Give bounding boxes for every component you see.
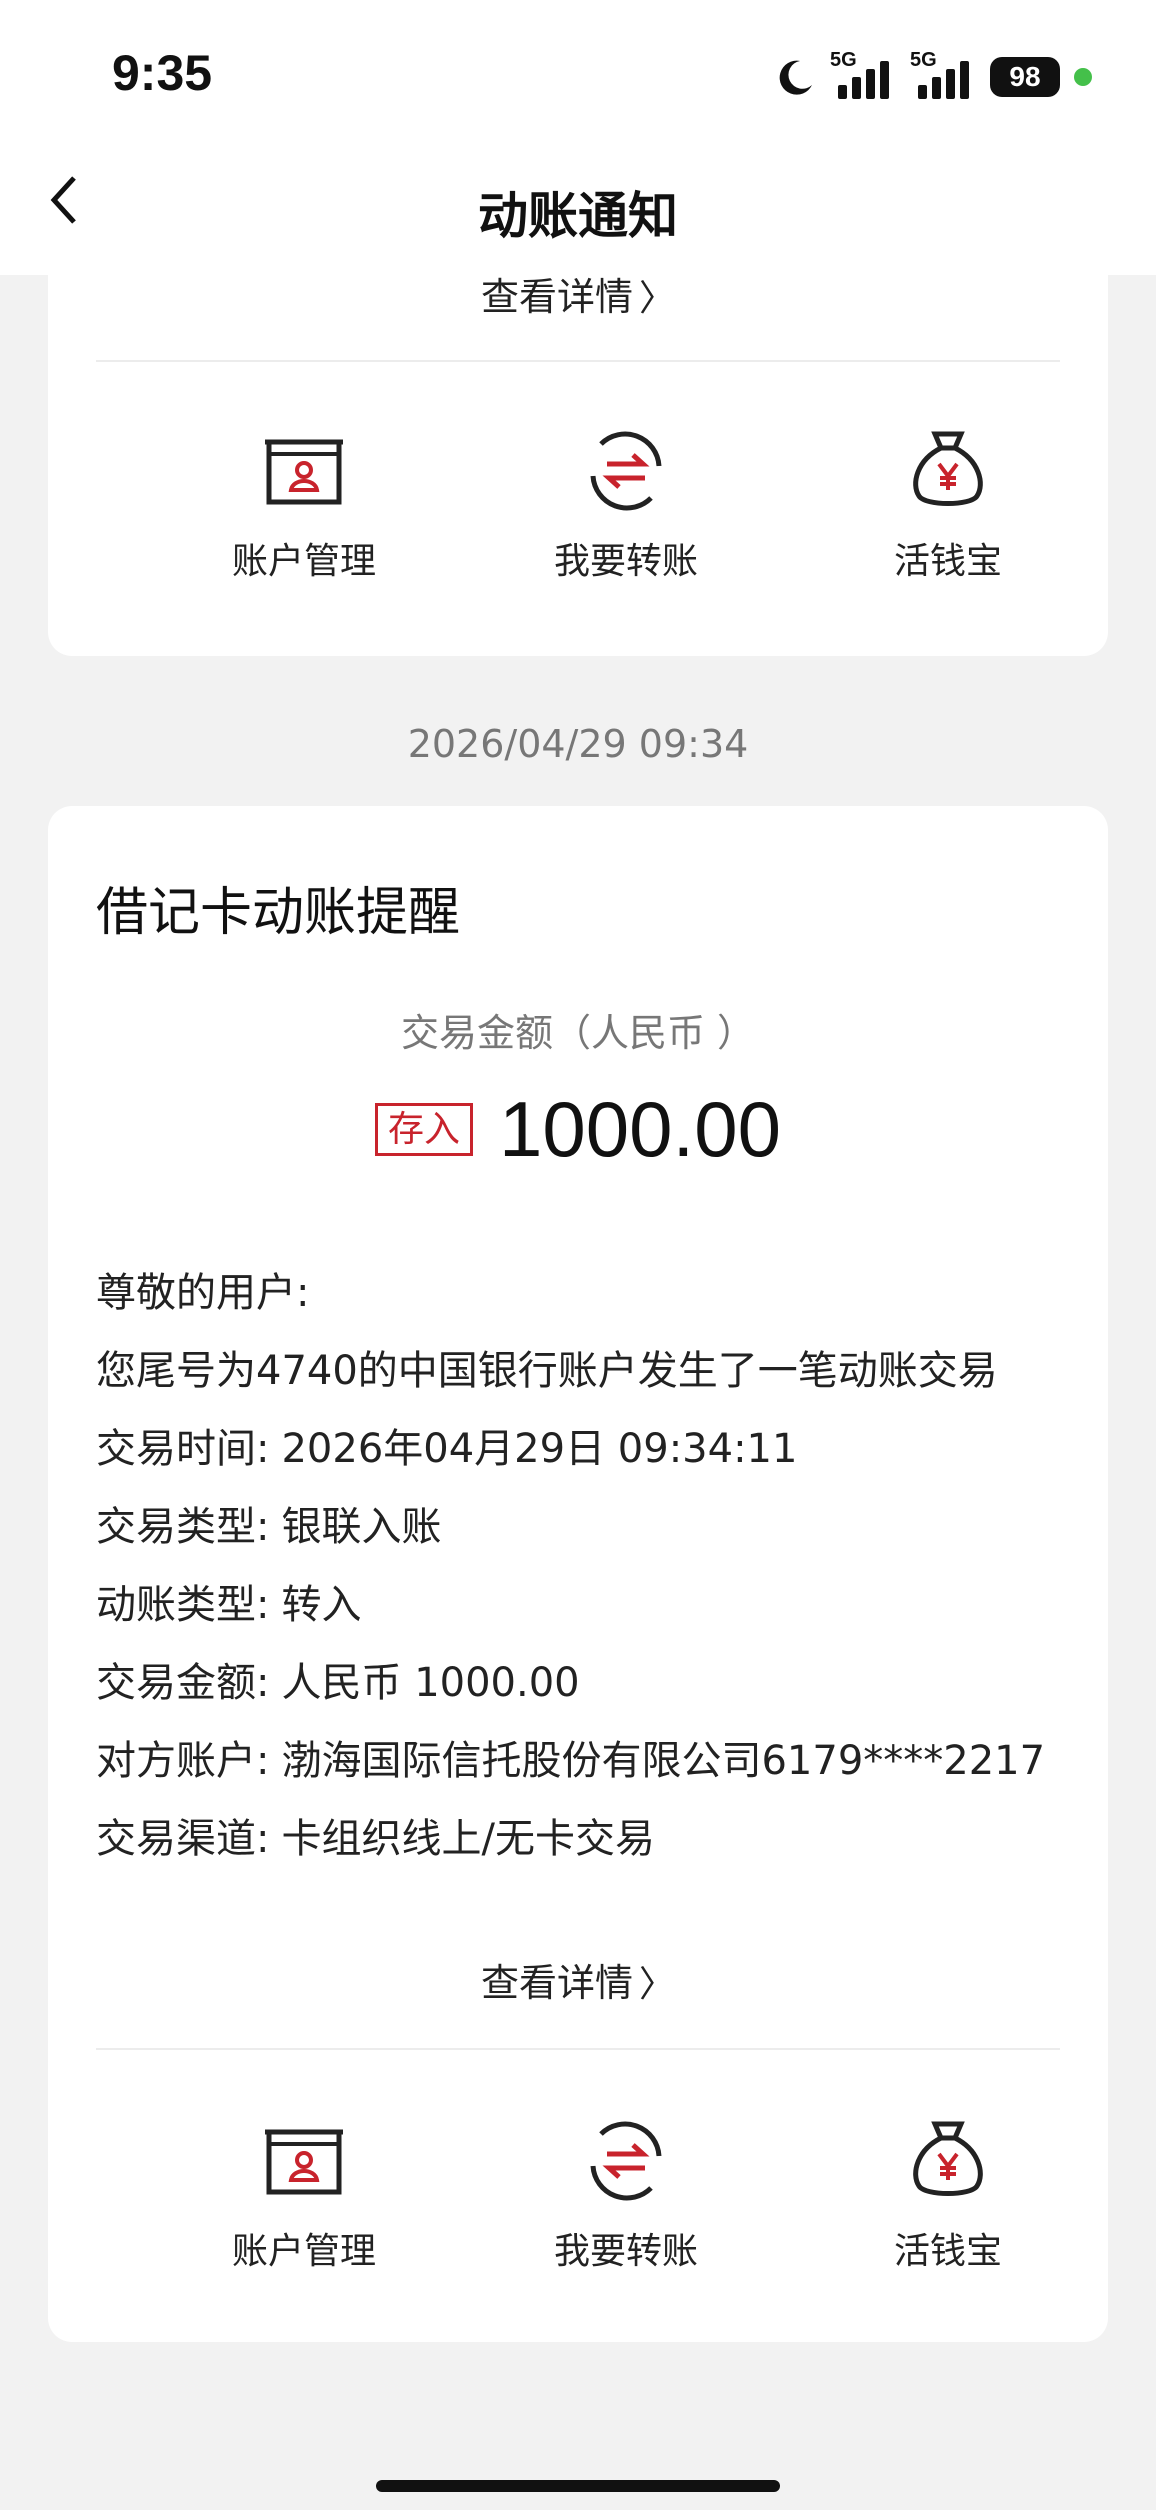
amount-caption: 交易金额（人民币 ） xyxy=(400,1011,756,1055)
shortcut-label: 我要转账 xyxy=(553,2231,698,2272)
account-management-shortcut[interactable]: 账户管理 xyxy=(174,2116,434,2274)
home-indicator[interactable] xyxy=(376,2480,780,2492)
account-card-icon xyxy=(265,439,343,505)
divider xyxy=(96,2048,1060,2050)
notification-body: 尊敬的用户: 您尾号为4740的中国银行账户发生了一笔动账交易 交易时间: 202… xyxy=(96,1254,1086,1878)
money-bag-icon xyxy=(913,2121,983,2196)
view-details-label: 查看详情 xyxy=(480,1961,633,2005)
line-key: 交易类型: xyxy=(96,1504,270,1550)
line-value: 渤海国际信托股份有限公司6179****2217 xyxy=(281,1738,1046,1784)
transaction-type-line: 交易类型: 银联入账 xyxy=(96,1488,1086,1566)
line-value: 卡组织线上/无卡交易 xyxy=(281,1816,655,1862)
view-details-label: 查看详情 xyxy=(480,275,633,319)
greeting-line: 尊敬的用户: xyxy=(96,1270,310,1316)
message-timestamp: 2026/04/29 09:34 xyxy=(407,722,749,766)
line-value: 2026年04月29日 09:34:11 xyxy=(281,1426,798,1472)
cellular-signal-icon: 5G xyxy=(830,49,896,99)
transaction-time-line: 交易时间: 2026年04月29日 09:34:11 xyxy=(96,1410,1086,1488)
header: 9:35 5G 5G 98 动账通知 xyxy=(0,0,1156,275)
view-details-link[interactable]: 查看详情〉 xyxy=(48,1952,1108,2007)
line-key: 交易金额: xyxy=(96,1660,270,1706)
chevron-right-icon: 〉 xyxy=(639,1964,676,2005)
battery-icon: 98 xyxy=(990,57,1060,97)
account-management-shortcut[interactable]: 账户管理 xyxy=(174,426,434,584)
line-key: 交易时间: xyxy=(96,1426,270,1472)
status-icons: 5G 5G 98 xyxy=(776,49,1092,102)
transfer-icon xyxy=(590,431,662,511)
transfer-shortcut[interactable]: 我要转账 xyxy=(496,2116,756,2274)
line-value: 转入 xyxy=(281,1582,362,1628)
debit-card-notification-card: 借记卡动账提醒 交易金额（人民币 ） 存入 1000.00 尊敬的用户: 您尾号… xyxy=(48,806,1108,2342)
cellular-signal-icon: 5G xyxy=(910,49,976,99)
account-card-icon xyxy=(265,2129,343,2195)
moon-icon xyxy=(779,60,812,95)
shortcut-label: 我要转账 xyxy=(553,541,698,582)
line-value: 银联入账 xyxy=(281,1504,442,1550)
amount-value: 1000.00 xyxy=(499,1085,781,1173)
money-bag-icon xyxy=(913,431,983,506)
page-title: 动账通知 xyxy=(478,187,678,245)
movement-type-line: 动账类型: 转入 xyxy=(96,1566,1086,1644)
privacy-indicator-dot xyxy=(1074,68,1092,86)
divider xyxy=(96,360,1060,362)
line-value: 人民币 1000.00 xyxy=(281,1660,580,1706)
card-title: 借记卡动账提醒 xyxy=(96,883,461,943)
previous-notification-card: 查看详情〉 账户管理 我要转账 活钱宝 xyxy=(48,240,1108,656)
transfer-icon xyxy=(590,2121,662,2201)
shortcut-label: 账户管理 xyxy=(231,541,376,582)
money-treasure-shortcut[interactable]: 活钱宝 xyxy=(818,426,1078,584)
line-key: 交易渠道: xyxy=(96,1816,270,1862)
page: 查看详情〉 账户管理 我要转账 活钱宝 9:35 5G 5G 98 动账通知 2… xyxy=(0,0,1156,2510)
shortcut-label: 活钱宝 xyxy=(893,541,1002,582)
money-treasure-shortcut[interactable]: 活钱宝 xyxy=(818,2116,1078,2274)
counterparty-account-line: 对方账户: 渤海国际信托股份有限公司6179****2217 xyxy=(96,1722,1086,1800)
shortcut-label: 账户管理 xyxy=(231,2231,376,2272)
deposit-badge: 存入 xyxy=(375,1102,474,1157)
transfer-shortcut[interactable]: 我要转账 xyxy=(496,426,756,584)
shortcut-row: 账户管理 我要转账 活钱宝 xyxy=(48,2116,1108,2296)
amount-row: 存入 1000.00 xyxy=(48,1084,1108,1175)
line-key: 动账类型: xyxy=(96,1582,270,1628)
shortcut-row: 账户管理 我要转账 活钱宝 xyxy=(48,426,1108,606)
chevron-right-icon: 〉 xyxy=(639,278,676,319)
shortcut-label: 活钱宝 xyxy=(893,2231,1002,2272)
summary-line: 您尾号为4740的中国银行账户发生了一笔动账交易 xyxy=(96,1348,998,1394)
transaction-channel-line: 交易渠道: 卡组织线上/无卡交易 xyxy=(96,1800,1086,1878)
transaction-amount-line: 交易金额: 人民币 1000.00 xyxy=(96,1644,1086,1722)
line-key: 对方账户: xyxy=(96,1738,270,1784)
status-time: 9:35 xyxy=(112,45,213,101)
